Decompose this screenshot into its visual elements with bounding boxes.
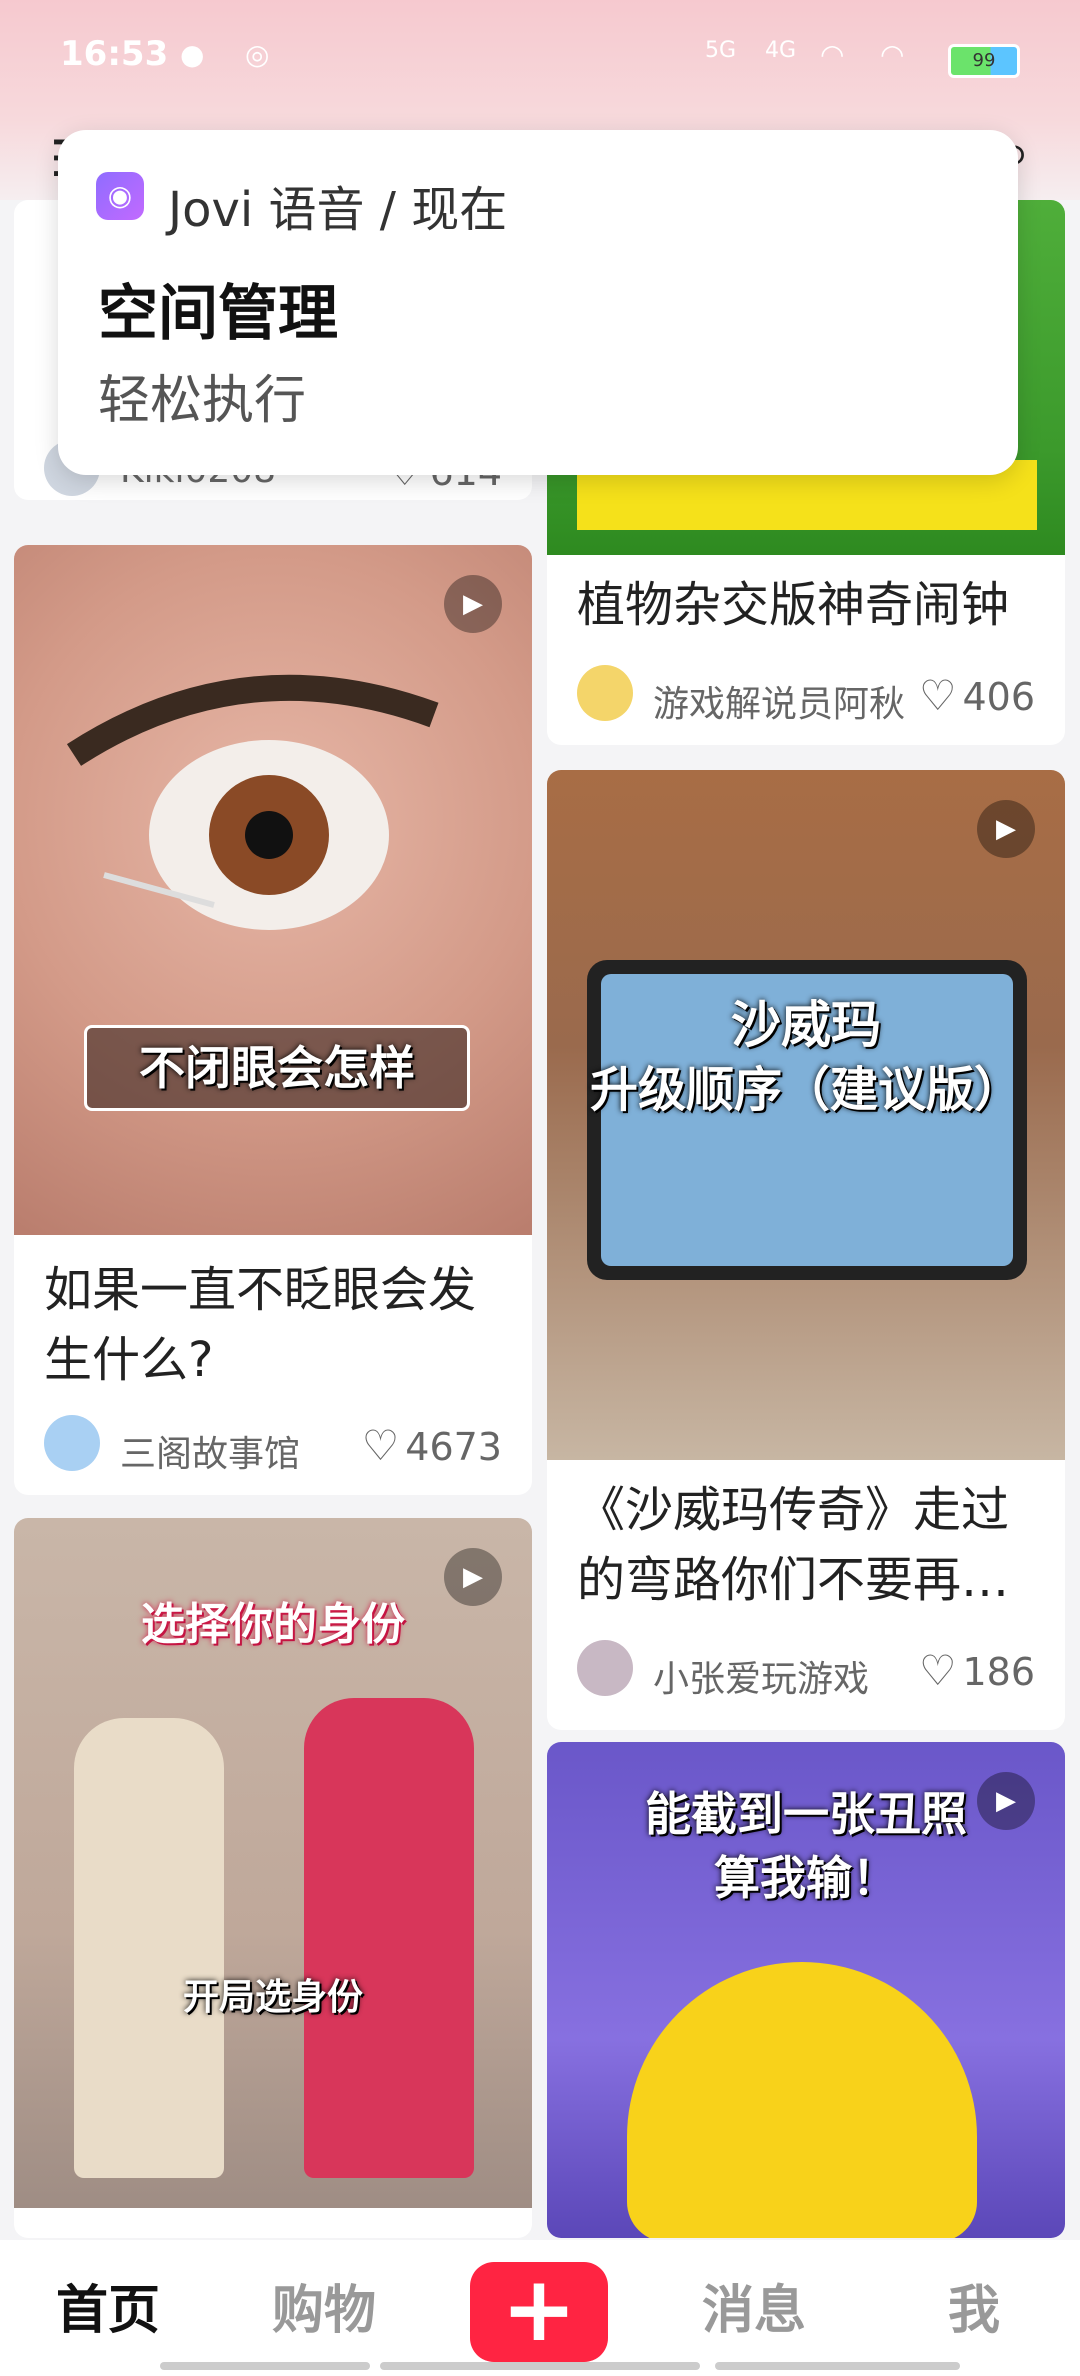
status-time: 16:53 bbox=[60, 34, 169, 74]
video-thumbnail[interactable]: ▶ 选择你的身份 开局选身份 bbox=[14, 1518, 532, 2208]
thumbnail-overlay-text: 不闭眼会怎样 bbox=[84, 1025, 470, 1111]
author-name[interactable]: 三阁故事馆 bbox=[120, 1425, 300, 1477]
video-thumbnail[interactable]: ▶ 能截到一张丑照 算我输！ bbox=[547, 1742, 1065, 2238]
nav-home[interactable]: 首页 bbox=[56, 2268, 160, 2343]
gesture-bar-center bbox=[380, 2362, 700, 2370]
notification-app-name: Jovi 语音 ∕ 现在 bbox=[168, 182, 508, 238]
feed-card-6[interactable]: ▶ 能截到一张丑照 算我输！ bbox=[547, 1742, 1065, 2238]
notification-title: 空间管理 bbox=[98, 279, 338, 349]
hotspot-icon: ◠ bbox=[880, 38, 905, 71]
feed-card-3[interactable]: ▶ 选择你的身份 开局选身份 bbox=[14, 1518, 532, 2238]
like-count[interactable]: ♡ 406 bbox=[919, 671, 1035, 720]
thumbnail-overlay-top: 选择你的身份 bbox=[141, 1599, 405, 1650]
avatar[interactable] bbox=[44, 1415, 100, 1471]
person-left bbox=[74, 1718, 224, 2178]
heart-icon: ♡ bbox=[361, 1421, 400, 1470]
app-status-icon: ◎ bbox=[245, 38, 270, 71]
gesture-bar-right bbox=[715, 2362, 960, 2370]
video-thumbnail[interactable]: ▶ 沙威玛 升级顺序（建议版） bbox=[547, 770, 1065, 1460]
video-thumbnail[interactable]: ▶ 不闭眼会怎样 bbox=[14, 545, 532, 1235]
person-right bbox=[304, 1698, 474, 2178]
thumbnail-overlay-line2: 算我输！ bbox=[714, 1851, 898, 1905]
gesture-bar-left bbox=[160, 2362, 370, 2370]
battery-icon: 99 bbox=[948, 44, 1020, 78]
heart-icon: ♡ bbox=[918, 671, 957, 720]
jovi-voice-icon: ◉ bbox=[96, 172, 144, 220]
author-name[interactable]: 小张爱玩游戏 bbox=[653, 1650, 869, 1702]
author-row: 三阁故事馆 ♡ 4673 bbox=[44, 1415, 502, 1479]
card-caption: 《沙威玛传奇》走过的弯路你们不要再… bbox=[577, 1482, 1010, 1608]
nav-shop[interactable]: 购物 bbox=[272, 2268, 376, 2343]
author-row: 游戏解说员阿秋 ♡ 406 bbox=[577, 665, 1035, 729]
nav-me[interactable]: 我 bbox=[948, 2268, 1000, 2343]
add-post-button[interactable]: + bbox=[470, 2262, 608, 2362]
nav-messages[interactable]: 消息 bbox=[702, 2268, 806, 2343]
like-count[interactable]: ♡ 4673 bbox=[362, 1421, 502, 1470]
play-icon: ▶ bbox=[977, 800, 1035, 858]
like-count[interactable]: ♡ 186 bbox=[919, 1646, 1035, 1695]
bottom-nav: 首页 购物 + 消息 我 bbox=[0, 2240, 1080, 2376]
card-caption: 植物杂交版神奇闹钟 bbox=[577, 577, 1010, 633]
play-icon: ▶ bbox=[444, 575, 502, 633]
avatar[interactable] bbox=[577, 665, 633, 721]
avatar[interactable] bbox=[577, 1640, 633, 1696]
notification-banner[interactable]: ◉ Jovi 语音 ∕ 现在 空间管理 轻松执行 bbox=[58, 130, 1018, 475]
thumbnail-overlay-line1: 沙威玛 bbox=[731, 996, 881, 1054]
wifi-icon: ◠ bbox=[820, 38, 845, 71]
thumbnail-overlay-line2: 升级顺序（建议版） bbox=[589, 1062, 1022, 1118]
feed-card-2[interactable]: ▶ 不闭眼会怎样 如果一直不眨眼会发生什么? 三阁故事馆 ♡ 4673 bbox=[14, 545, 532, 1495]
card-caption: 如果一直不眨眼会发生什么? bbox=[44, 1262, 477, 1388]
notification-icon: ● bbox=[180, 38, 205, 71]
notification-subtitle: 轻松执行 bbox=[98, 371, 307, 431]
author-name[interactable]: 游戏解说员阿秋 bbox=[653, 675, 905, 727]
eye-illustration bbox=[66, 674, 439, 930]
signal-5g-icon: 5G bbox=[705, 38, 737, 63]
author-row: 小张爱玩游戏 ♡ 186 bbox=[577, 1640, 1035, 1704]
signal-4g-icon: 4G bbox=[765, 38, 797, 63]
heart-icon: ♡ bbox=[918, 1646, 957, 1695]
yellow-hat-character bbox=[627, 1962, 977, 2238]
thumbnail-overlay-line1: 能截到一张丑照 bbox=[645, 1787, 967, 1841]
feed-card-5[interactable]: ▶ 沙威玛 升级顺序（建议版） 《沙威玛传奇》走过的弯路你们不要再… 小张爱玩游… bbox=[547, 770, 1065, 1730]
thumbnail-overlay-mid: 开局选身份 bbox=[182, 1977, 363, 2018]
